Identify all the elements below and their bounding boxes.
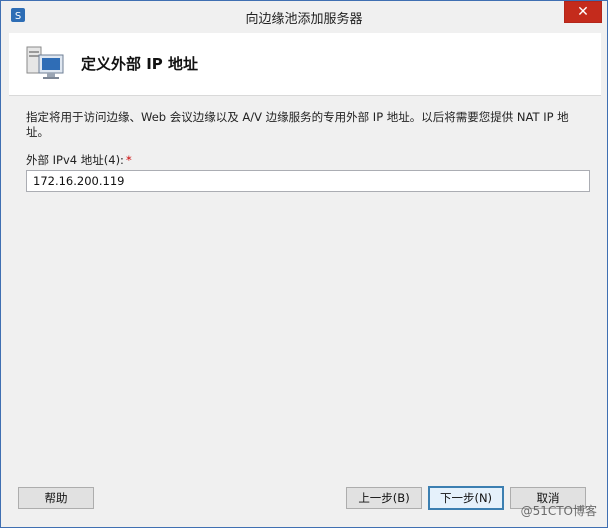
close-icon: ✕ [577, 4, 589, 20]
description-text: 指定将用于访问边缘、Web 会议边缘以及 A/V 边缘服务的专用外部 IP 地址… [26, 110, 569, 139]
back-button[interactable]: 上一步(B) [346, 487, 422, 509]
title-bar[interactable]: S 向边缘池添加服务器 ✕ [1, 1, 607, 32]
wizard-window: S 向边缘池添加服务器 ✕ 定义外部 IP 地址 指定将用于访问边缘、Web 会… [0, 0, 608, 528]
ipv4-address-input[interactable] [26, 170, 590, 192]
server-network-icon [25, 45, 67, 83]
close-button[interactable]: ✕ [564, 1, 602, 23]
help-button[interactable]: 帮助 [18, 487, 94, 509]
page-title: 定义外部 IP 地址 [81, 55, 199, 73]
watermark: @51CTO博客 [520, 504, 597, 518]
ipv4-label-text: 外部 IPv4 地址(4): [26, 153, 124, 167]
next-button[interactable]: 下一步(N) [428, 486, 504, 510]
window-title: 向边缘池添加服务器 [245, 12, 363, 27]
content-panel: 指定将用于访问边缘、Web 会议边缘以及 A/V 边缘服务的专用外部 IP 地址… [9, 96, 601, 474]
wizard-header: 定义外部 IP 地址 [9, 33, 601, 96]
required-marker: * [125, 153, 132, 167]
ipv4-field-label: 外部 IPv4 地址(4): * [26, 152, 132, 168]
